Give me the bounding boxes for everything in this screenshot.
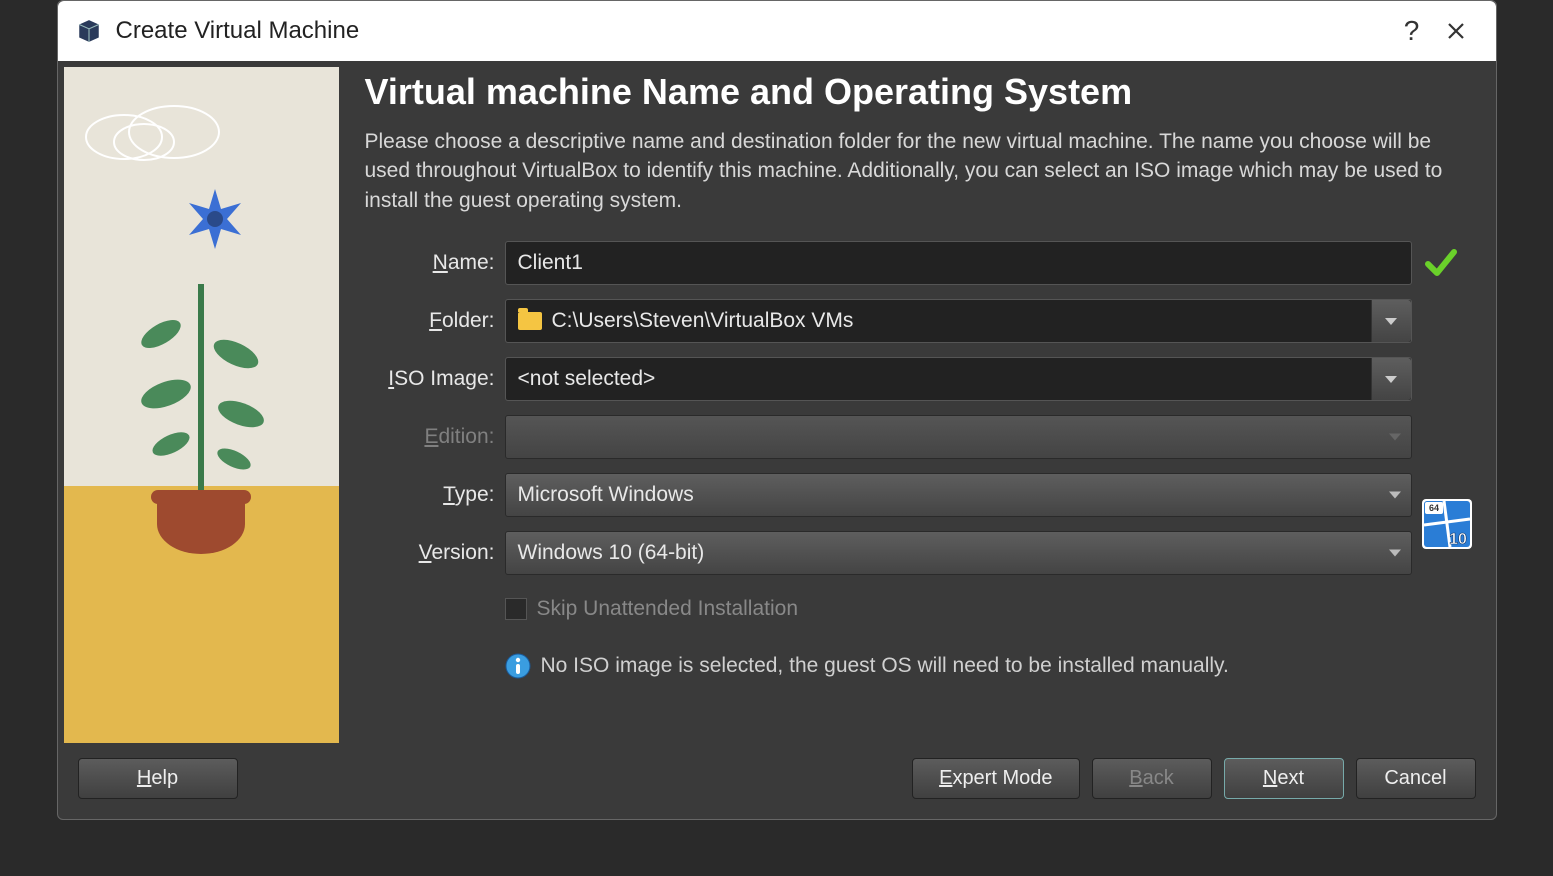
type-label: Type: — [365, 483, 495, 507]
wizard-content: Virtual machine Name and Operating Syste… — [345, 61, 1496, 749]
info-icon — [505, 653, 531, 679]
virtualbox-icon — [76, 18, 102, 44]
expert-mode-button[interactable]: Expert Mode — [912, 758, 1079, 799]
svg-text:64: 64 — [1428, 503, 1438, 513]
cancel-button[interactable]: Cancel — [1356, 758, 1476, 799]
help-titlebar-button[interactable]: ? — [1390, 9, 1434, 53]
info-text: No ISO image is selected, the guest OS w… — [541, 654, 1229, 678]
folder-value: C:\Users\Steven\VirtualBox VMs — [552, 309, 854, 333]
version-label: Version: — [365, 541, 495, 565]
iso-value: <not selected> — [518, 367, 656, 391]
type-dropdown[interactable]: Microsoft Windows — [505, 473, 1412, 517]
page-description: Please choose a descriptive name and des… — [365, 127, 1476, 215]
window-title: Create Virtual Machine — [116, 17, 1390, 45]
form: Name: Folder: C:\Users\Steven\VirtualBox… — [365, 241, 1476, 679]
wizard-banner-image — [64, 67, 339, 743]
version-value: Windows 10 (64-bit) — [518, 541, 705, 565]
name-label: Name: — [365, 251, 495, 275]
iso-dropdown[interactable]: <not selected> — [505, 357, 1412, 401]
help-button[interactable]: Help — [78, 758, 238, 799]
iso-label: ISO Image: — [365, 367, 495, 391]
chevron-down-icon — [1389, 550, 1401, 557]
info-message: No ISO image is selected, the guest OS w… — [505, 653, 1412, 679]
chevron-down-icon — [1371, 300, 1411, 342]
folder-label: Folder: — [365, 309, 495, 333]
edition-dropdown — [505, 415, 1412, 459]
type-value: Microsoft Windows — [518, 483, 694, 507]
checkmark-icon — [1422, 244, 1460, 282]
skip-unattended-checkbox — [505, 598, 527, 620]
next-button[interactable]: Next — [1224, 758, 1344, 799]
page-heading: Virtual machine Name and Operating Syste… — [365, 71, 1476, 113]
skip-unattended-row: Skip Unattended Installation — [505, 597, 1412, 621]
chevron-down-icon — [1389, 434, 1401, 441]
folder-icon — [518, 312, 542, 330]
close-button[interactable] — [1434, 9, 1478, 53]
back-button: Back — [1092, 758, 1212, 799]
chevron-down-icon — [1389, 492, 1401, 499]
titlebar: Create Virtual Machine ? — [58, 1, 1496, 61]
name-input[interactable] — [505, 241, 1412, 285]
dialog-footer: Help Expert Mode Back Next Cancel — [58, 749, 1496, 819]
dialog-body: Virtual machine Name and Operating Syste… — [58, 61, 1496, 749]
chevron-down-icon — [1371, 358, 1411, 400]
folder-dropdown[interactable]: C:\Users\Steven\VirtualBox VMs — [505, 299, 1412, 343]
version-dropdown[interactable]: Windows 10 (64-bit) — [505, 531, 1412, 575]
os-type-badge-icon: 64 10 — [1422, 499, 1472, 549]
svg-text:10: 10 — [1449, 531, 1467, 548]
edition-label: Edition: — [365, 425, 495, 449]
skip-unattended-label: Skip Unattended Installation — [537, 597, 799, 621]
dialog-window: Create Virtual Machine ? — [57, 0, 1497, 820]
